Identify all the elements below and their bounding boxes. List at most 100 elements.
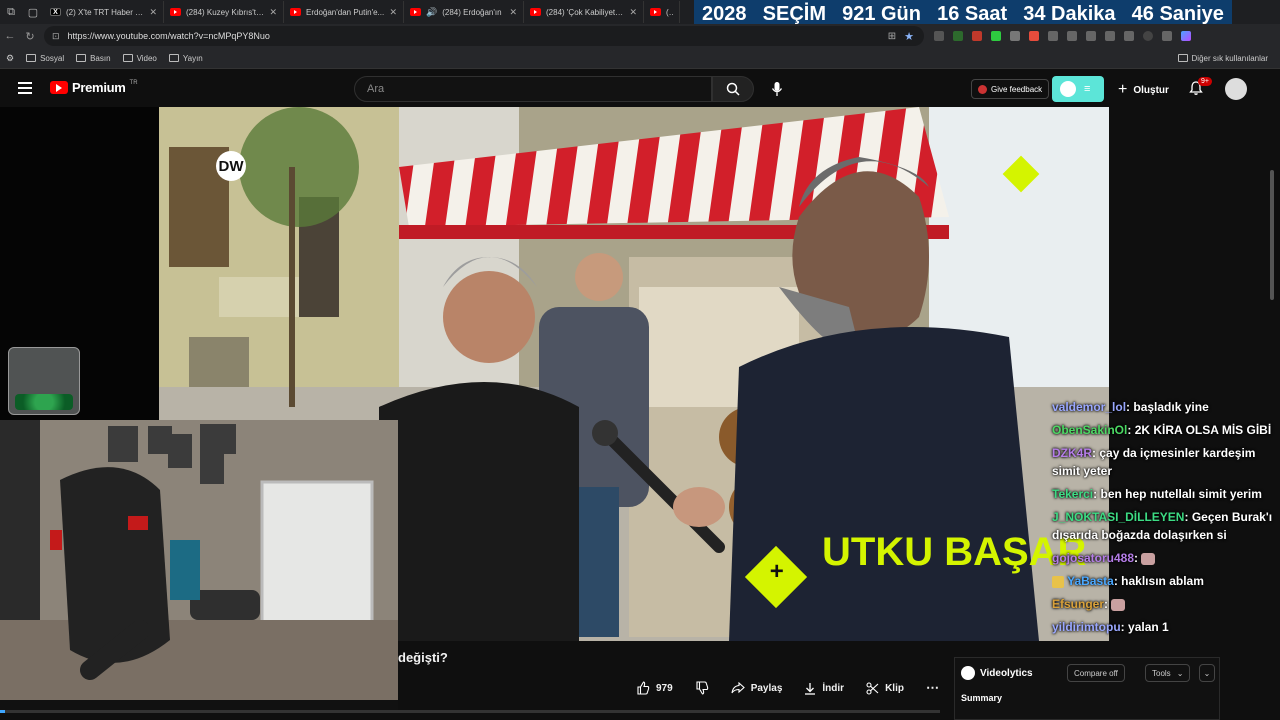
other-bookmarks[interactable]: Diğer sık kullanılanlar [1177, 54, 1268, 63]
chat-username: yildirimtopu [1052, 620, 1121, 634]
close-icon[interactable]: ✕ [509, 7, 517, 18]
chat-username: ObenSakinOl [1052, 423, 1128, 437]
browser-tab-active[interactable]: 🔊 (284) Erdoğan'ın ✕ [404, 1, 524, 23]
video-progress-bar[interactable] [0, 710, 940, 713]
search-input[interactable]: Ara [354, 76, 712, 102]
download-icon [805, 682, 816, 695]
profile-avatar[interactable] [1143, 31, 1153, 41]
more-actions-button[interactable]: ⋯ [926, 680, 939, 696]
share-icon [731, 682, 745, 694]
youtube-icon [530, 8, 541, 16]
browser-tab[interactable]: (284) Kuzey Kıbrıs'ta s ✕ [164, 1, 284, 23]
close-icon[interactable]: ✕ [389, 7, 397, 18]
youtube-premium-logo[interactable]: Premium TR [50, 80, 138, 95]
extension-icon[interactable] [991, 31, 1001, 41]
share-button[interactable]: Paylaş [731, 682, 782, 694]
youtube-icon [290, 8, 301, 16]
give-feedback-button[interactable]: Give feedback [971, 79, 1050, 99]
voice-search-button[interactable] [768, 80, 786, 98]
extensions-toolbar [934, 31, 1191, 41]
close-icon[interactable]: ✕ [629, 7, 637, 18]
notification-badge: 9+ [1198, 77, 1212, 86]
extension-icon[interactable] [953, 31, 963, 41]
chat-message: yildirimtopu: yalan 1 [1052, 620, 1169, 634]
extension-icon[interactable] [972, 31, 982, 41]
badge-icon [1052, 575, 1064, 588]
url-field[interactable]: ⊡ https://www.youtube.com/watch?v=ncMPqP… [44, 26, 924, 46]
speaker-icon[interactable]: 🔊 [426, 7, 437, 18]
countdown-minutes: 34 Dakika [1023, 3, 1116, 25]
tools-dropdown[interactable]: Tools ⌄ [1145, 664, 1191, 682]
toggle-knob [1060, 81, 1076, 97]
expand-button[interactable]: ⌄ [1199, 664, 1215, 682]
settings-icon[interactable]: ⚙ [6, 53, 14, 64]
bookmark-folder[interactable]: Sosyal [26, 54, 64, 63]
browser-tab[interactable]: (2) X'te TRT Haber Can ✕ [44, 1, 164, 23]
extension-icon[interactable] [1029, 31, 1039, 41]
copilot-icon[interactable] [1181, 31, 1191, 41]
chat-text: 2K KİRA OLSA MİS GİBİ [1134, 423, 1272, 437]
search-button[interactable] [712, 76, 754, 102]
chat-username: Efsunger [1052, 597, 1105, 611]
countdown-hours: 16 Saat [937, 3, 1008, 25]
chat-username: gojosatoru488 [1052, 551, 1135, 565]
favorite-star-icon[interactable]: ★ [904, 30, 914, 43]
favorites-icon[interactable] [1086, 31, 1096, 41]
logo-text: Premium [72, 80, 126, 95]
tab-title: (284 [666, 7, 673, 17]
hamburger-menu-icon[interactable] [18, 82, 32, 97]
extension-icon[interactable] [934, 31, 944, 41]
x-logo-icon [50, 8, 61, 16]
summary-tab[interactable]: Summary [961, 693, 1002, 703]
extensions-puzzle-icon[interactable] [1067, 31, 1077, 41]
bean-jar-widget [8, 347, 80, 415]
chat-message: YaBasta: haklısın ablam [1052, 572, 1274, 590]
youtube-icon [410, 8, 421, 16]
collections-icon[interactable] [1105, 31, 1115, 41]
chat-username: valdemor_lol [1052, 400, 1127, 414]
folder-icon [26, 54, 37, 62]
dislike-button[interactable] [695, 681, 709, 695]
like-count: 979 [656, 682, 673, 694]
site-info-icon[interactable]: ⊡ [52, 31, 60, 42]
more-icon[interactable] [1162, 31, 1172, 41]
bookmark-label: Video [136, 53, 157, 63]
countdown-year: 2028 [702, 3, 747, 25]
browser-tab[interactable]: (284) 'Çok Kabiliyetli E ✕ [524, 1, 644, 23]
videolytics-logo-icon [961, 666, 975, 680]
clip-button[interactable]: Klip [866, 681, 904, 695]
browser-tab[interactable]: (284 [644, 1, 680, 23]
bookmark-folder[interactable]: Yayın [168, 54, 203, 63]
page-scrollbar[interactable] [1268, 70, 1276, 710]
countdown-seconds: 46 Saniye [1131, 3, 1224, 25]
logo-region: TR [129, 80, 138, 86]
like-button[interactable]: 979 [636, 681, 673, 695]
chat-username: J_NOKTASI_DİLLEYEN [1052, 510, 1185, 524]
back-icon[interactable]: ← [0, 30, 20, 42]
extension-icon[interactable] [1010, 31, 1020, 41]
create-button[interactable]: + Oluştur [1118, 81, 1169, 99]
chat-username: Tekerci [1052, 487, 1094, 501]
extension-toggle[interactable]: ≡ [1052, 76, 1104, 102]
close-icon[interactable]: ✕ [149, 7, 157, 18]
account-avatar[interactable] [1225, 78, 1247, 100]
bookmark-folder[interactable]: Video [122, 53, 157, 63]
tab-title: (2) X'te TRT Haber Can [66, 7, 145, 17]
dw-logo: DW [216, 151, 276, 183]
shield-icon[interactable] [1124, 31, 1134, 41]
youtube-icon [170, 8, 181, 16]
download-button[interactable]: İndir [804, 682, 844, 695]
tab-actions-icon[interactable]: ▢ [22, 0, 44, 24]
plus-icon: + [1118, 81, 1128, 98]
settings-icon[interactable] [1048, 31, 1058, 41]
browser-tab[interactable]: Erdoğan'dan Putin'e... ✕ [284, 1, 404, 23]
microphone-icon [771, 82, 783, 96]
bookmark-folder[interactable]: Basın [76, 54, 111, 63]
close-icon[interactable]: ✕ [269, 7, 277, 18]
reader-icon[interactable]: ⊞ [888, 31, 896, 42]
scrollbar-thumb[interactable] [1270, 170, 1274, 300]
compare-toggle[interactable]: Compare off [1067, 664, 1125, 682]
refresh-icon[interactable]: ↻ [20, 30, 40, 43]
video-actions: 979 Paylaş İndir Klip ⋯ [636, 678, 939, 698]
workspaces-icon[interactable]: ⧉ [0, 0, 22, 24]
